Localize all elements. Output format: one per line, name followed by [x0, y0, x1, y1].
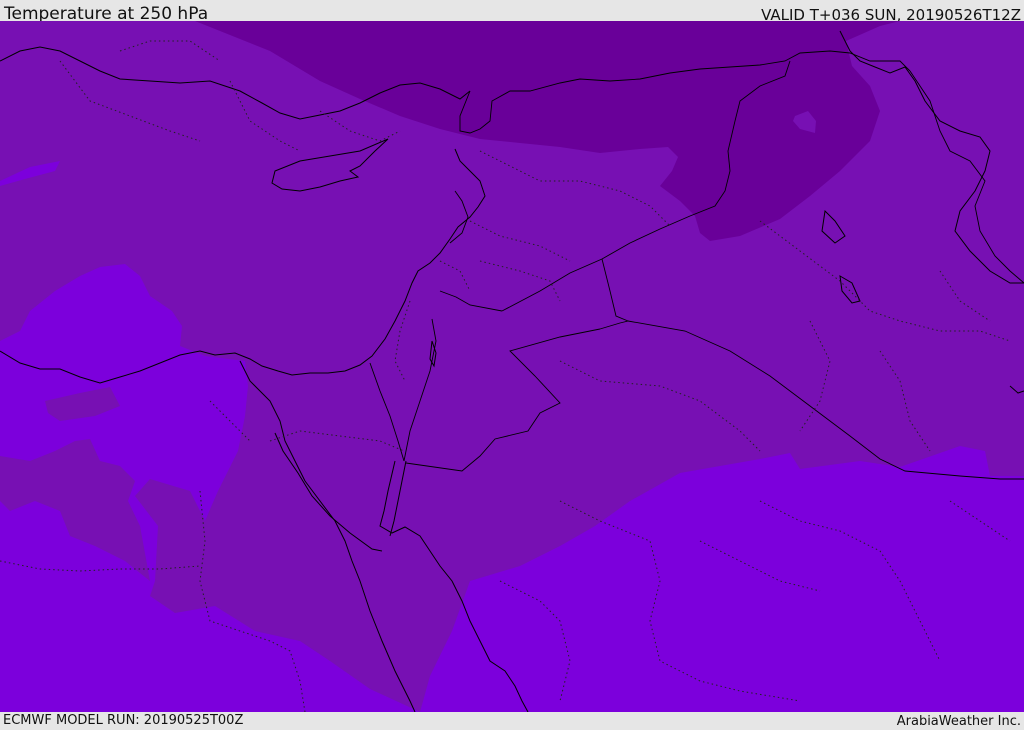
credit-label: ArabiaWeather Inc.: [896, 714, 1021, 729]
map-footer: ECMWF MODEL RUN: 20190525T00Z ArabiaWeat…: [0, 712, 1024, 729]
map-canvas: [0, 21, 1024, 712]
map-header: Temperature at 250 hPa VALID T+036 SUN, …: [0, 0, 1024, 24]
forecast-map: [0, 21, 1024, 712]
model-run-label: ECMWF MODEL RUN: 20190525T00Z: [3, 713, 244, 728]
